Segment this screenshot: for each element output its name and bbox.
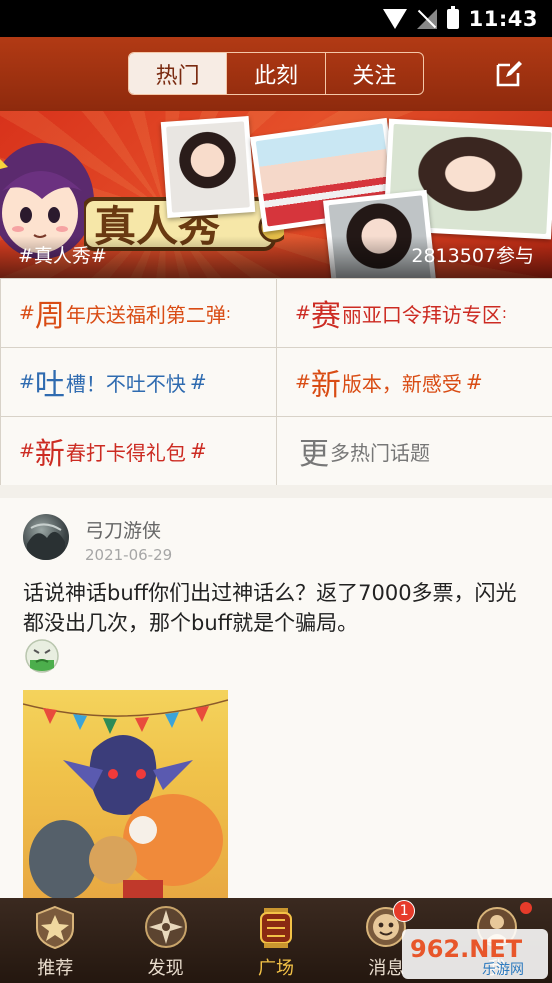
nav-label-discover: 发现	[147, 958, 184, 979]
topic-spring-checkin[interactable]: # 新春打卡得礼包 #	[1, 417, 276, 485]
banner-participants: 2813507参与	[411, 245, 534, 267]
lantern-icon	[260, 908, 293, 948]
nav-label-messages: 消息	[368, 958, 405, 979]
notification-dot	[520, 902, 533, 914]
battery-icon	[446, 5, 459, 29]
edit-icon[interactable]	[494, 59, 524, 89]
topic-password-visit[interactable]: # 赛丽亚口令拜访专区:	[277, 279, 552, 347]
wifi-icon	[382, 8, 407, 29]
tab-hot[interactable]: 热门	[129, 53, 228, 94]
topic-new-version[interactable]: # 新版本，新感受 #	[277, 348, 552, 416]
banner-photo-1	[160, 116, 256, 218]
nav-recommend[interactable]: 推荐	[0, 898, 110, 983]
tab-following[interactable]: 关注	[326, 53, 423, 94]
post-date: 2021-06-29	[85, 546, 173, 564]
post-image[interactable]	[23, 690, 228, 900]
post-text: 话说神话buff你们出过神话么？返了7000多票，闪光都没出几次，那个buff就…	[23, 581, 517, 635]
shield-star-icon	[36, 905, 75, 950]
nav-label-square: 广场	[258, 958, 295, 979]
message-count-badge: 1	[393, 900, 416, 922]
post-username[interactable]: 弓刀游侠	[85, 516, 161, 543]
shuriken-icon	[144, 906, 187, 948]
watermark-text: 962.NET	[410, 935, 523, 963]
avatar[interactable]	[23, 514, 69, 560]
post-image-illustration	[23, 699, 228, 900]
tab-now[interactable]: 此刻	[227, 53, 326, 94]
watermark-logo: 962.NET 乐游网	[402, 929, 548, 979]
status-bar: 11:43	[0, 0, 552, 37]
avatar-image	[27, 523, 65, 560]
feed-tabs: 热门 此刻 关注	[128, 52, 424, 95]
watermark-subtext: 乐游网	[482, 962, 524, 978]
topic-anniversary[interactable]: # 周年庆送福利第二弹:	[1, 279, 276, 347]
nav-discover[interactable]: 发现	[110, 898, 220, 983]
banner-topic-tag: #真人秀#	[18, 245, 107, 267]
status-time: 11:43	[468, 6, 538, 31]
nav-square[interactable]: 广场	[221, 898, 331, 983]
no-signal-icon	[416, 8, 437, 29]
hot-topics-grid: # 周年庆送福利第二弹: # 赛丽亚口令拜访专区: # 吐槽！不吐不快 # # 新版本，新…	[0, 278, 552, 485]
sick-face-emoji	[25, 639, 59, 673]
nav-label-recommend: 推荐	[37, 958, 74, 979]
topic-banner[interactable]: 真人秀 #真人秀# 2813507参与	[0, 111, 552, 278]
topic-complaints[interactable]: # 吐槽！不吐不快 #	[1, 348, 276, 416]
post-card[interactable]: 弓刀游侠 2021-06-29 话说神话buff你们出过神话么？返了7000多票…	[0, 498, 552, 900]
top-header: 热门 此刻 关注	[0, 37, 552, 111]
more-topics-link[interactable]: 更多热门话题	[277, 417, 552, 485]
